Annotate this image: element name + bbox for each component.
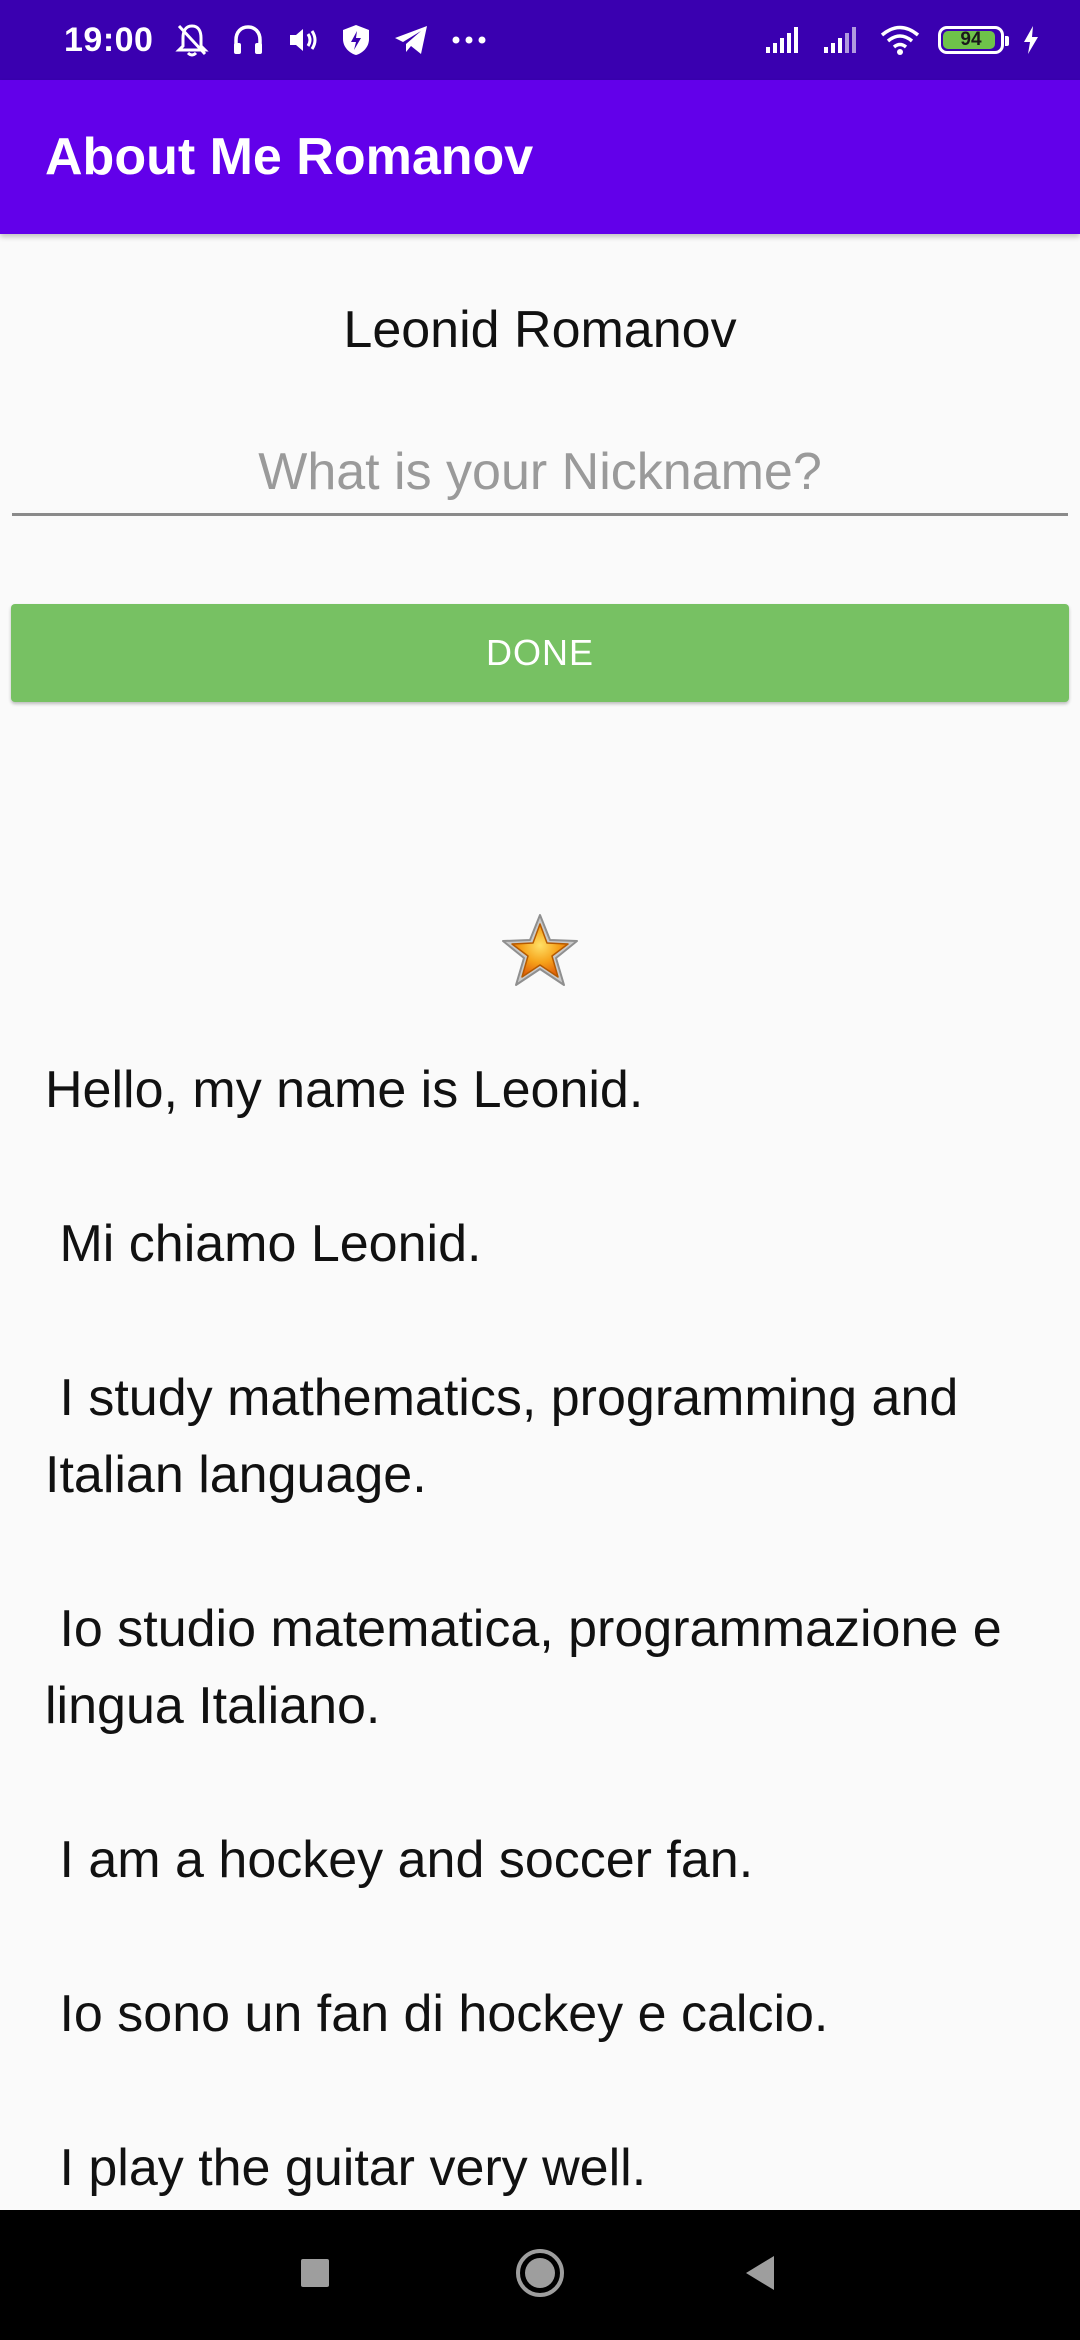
signal-icon [764,25,804,55]
battery-icon: 94 [938,26,1009,54]
wifi-icon [880,24,920,56]
navigation-bar [0,2210,1080,2340]
status-bar: 19:00 94 [0,0,1080,80]
nickname-input[interactable] [12,440,1068,516]
app-title: About Me Romanov [45,128,534,186]
shield-icon [341,23,371,57]
about-me-screen: 19:00 94 About Me Romanov Leonid Romanov… [0,0,1080,2340]
headphones-icon [231,23,265,57]
back-button[interactable] [715,2210,805,2340]
battery-cap [1005,36,1009,46]
status-left-group: 19:00 [64,0,487,80]
recents-square-icon [299,2257,331,2294]
back-triangle-icon [742,2254,778,2297]
battery-level: 94 [960,29,982,50]
volume-icon [287,25,319,55]
done-button[interactable]: DONE [11,604,1069,702]
charging-icon [1022,25,1040,55]
recents-button[interactable] [270,2210,360,2340]
more-icon [451,35,487,45]
signal-icon [822,25,862,55]
status-time: 19:00 [64,20,154,59]
status-right-group: 94 [764,0,1040,80]
bell-off-icon [175,22,210,58]
app-bar: About Me Romanov [0,80,1080,234]
home-circle-icon [514,2247,566,2304]
home-button[interactable] [495,2210,585,2340]
name-text: Leonid Romanov [343,301,737,359]
star-icon [500,911,580,991]
telegram-icon [393,24,429,56]
bio-text: Hello, my name is Leonid. Mi chiamo Leon… [45,1061,1002,2197]
